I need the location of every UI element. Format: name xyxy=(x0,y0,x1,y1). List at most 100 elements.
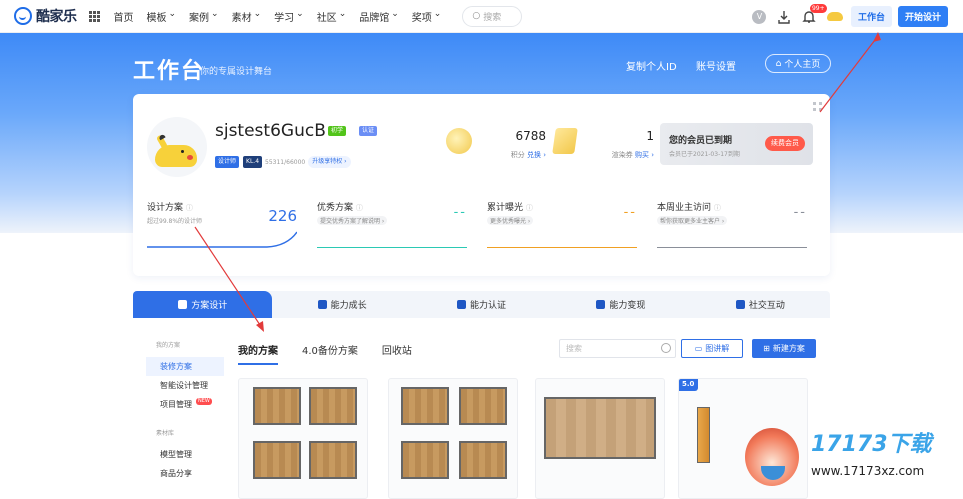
start-design-button[interactable]: 开始设计 xyxy=(897,6,948,27)
plan-thumbnail[interactable] xyxy=(535,378,665,499)
points-value: 6788 xyxy=(515,129,546,143)
metric-card[interactable]: 本周业主访问 ⓘ 帮你获取更多业主客户 › -- xyxy=(657,200,807,254)
membership-title: 您的会员已到期 xyxy=(669,136,733,146)
nav-menu-item[interactable]: 素材 xyxy=(232,9,252,24)
renew-membership-button[interactable]: 续费会员 xyxy=(765,136,805,151)
tab-icon xyxy=(596,300,606,309)
subtab-backup-plans[interactable]: 4.0备份方案 xyxy=(302,342,358,357)
sidebar-group-plans: 我的方案 xyxy=(156,342,181,349)
chevron-down-icon: ⌄ xyxy=(211,8,219,19)
avatar[interactable] xyxy=(147,117,207,177)
username: sjstest6GucB xyxy=(215,121,326,141)
level-points: 55311/66000 xyxy=(265,158,306,166)
points-stat: 6788 积分 兑换 › xyxy=(446,124,546,164)
plan-thumbnail[interactable] xyxy=(388,378,518,499)
metric-sub[interactable]: 更多优秀曝光 › xyxy=(487,216,534,225)
info-icon: ⓘ xyxy=(525,204,533,212)
tab-icon xyxy=(317,300,327,309)
redeem-link[interactable]: 兑换 › xyxy=(527,151,546,159)
nav-menu-item[interactable]: 模板 xyxy=(147,9,167,24)
sidebar-item-smart-design[interactable]: 智能设计管理 xyxy=(146,376,224,395)
apps-grid-icon[interactable] xyxy=(88,10,100,22)
plan-thumbnail[interactable] xyxy=(238,378,368,499)
new-plan-button[interactable]: ⊞ 新建方案 xyxy=(752,339,816,358)
nav-search-placeholder: 搜索 xyxy=(483,12,502,23)
watermark-url: www.17173xz.com xyxy=(811,464,925,478)
top-nav: 酷家乐 首页 模板 ⌄ 案例 ⌄ 素材 ⌄ 学习 ⌄ 社区 ⌄ 品牌馆 ⌄ 奖项 ⌄ ○ 搜索 V 99+ 工… xyxy=(0,0,963,33)
nav-menu-item[interactable]: 品牌馆 xyxy=(359,9,389,24)
tab-growth[interactable]: 能力成长 xyxy=(272,291,411,318)
monitor-icon: ▭ xyxy=(694,344,703,353)
page-title: 工作台 xyxy=(133,59,206,84)
copy-id-link[interactable]: 复制个人ID xyxy=(626,58,677,73)
info-icon: ⓘ xyxy=(355,204,363,212)
vip-icon[interactable]: V xyxy=(752,9,767,24)
chevron-down-icon: ⌄ xyxy=(433,8,442,19)
search-icon: ○ xyxy=(472,11,481,21)
metric-title: 本周业主访问 ⓘ xyxy=(657,203,721,213)
drag-handle-icon[interactable] xyxy=(813,102,822,111)
metric-title: 累计曝光 ⓘ xyxy=(487,203,533,213)
kl-level-badge: KL.4 xyxy=(243,156,263,168)
mascot-icon[interactable] xyxy=(826,12,843,21)
nav-menu-item[interactable]: 学习 xyxy=(274,9,294,24)
nav-menu-item[interactable]: 案例 xyxy=(189,9,209,24)
tab-icon xyxy=(178,300,188,309)
personal-home-button[interactable]: ⌂ 个人主页 xyxy=(765,54,831,73)
tab-icon xyxy=(735,300,745,309)
tab-design[interactable]: 方案设计 xyxy=(133,291,273,318)
metric-value: 226 xyxy=(268,207,297,225)
buy-link[interactable]: 购买 › xyxy=(635,151,654,159)
coupon-stat: 1 渲染券 购买 › xyxy=(552,124,654,164)
tab-icon xyxy=(457,300,466,309)
nav-search[interactable]: ○ 搜索 xyxy=(462,5,523,27)
metric-card[interactable]: 设计方案 ⓘ 超过99.8%的设计师 226 xyxy=(147,200,297,254)
metric-card[interactable]: 优秀方案 ⓘ 提交优秀方案了解说明 › -- xyxy=(317,200,467,254)
download-icon[interactable] xyxy=(777,9,792,24)
sidebar-group-materials: 素材库 xyxy=(156,430,175,437)
notification-badge: 99+ xyxy=(809,4,827,13)
sidebar-item-project-management[interactable]: 项目管理 NEW xyxy=(146,395,224,414)
membership-date: 会员已于2021-03-17到期 xyxy=(669,151,740,158)
sidebar-item-decoration-plans[interactable]: 装修方案 xyxy=(146,357,224,376)
subtab-my-plans[interactable]: 我的方案 xyxy=(238,342,278,365)
metric-value: -- xyxy=(623,205,637,220)
account-settings-link[interactable]: 账号设置 xyxy=(696,58,736,73)
chevron-down-icon: ⌄ xyxy=(168,8,177,19)
ticket-icon xyxy=(552,128,578,154)
tab-monetize[interactable]: 能力变现 xyxy=(551,291,690,318)
logo-icon xyxy=(14,7,32,25)
metric-sub[interactable]: 帮你获取更多业主客户 › xyxy=(657,216,728,225)
metric-card[interactable]: 累计曝光 ⓘ 更多优秀曝光 › -- xyxy=(487,200,637,254)
nav-menu-item[interactable]: 首页 xyxy=(114,9,134,24)
chevron-down-icon: ⌄ xyxy=(296,8,304,19)
logo-text: 酷家乐 xyxy=(36,9,77,25)
sub-tabs: 我的方案 4.0备份方案 回收站 xyxy=(238,342,436,365)
lecture-button[interactable]: ▭ 图讲解 xyxy=(681,339,743,358)
page-subtitle: 你的专属设计舞台 xyxy=(200,67,273,77)
metric-value: -- xyxy=(793,205,807,220)
points-label-row: 积分 兑换 › xyxy=(510,151,546,159)
bell-icon[interactable]: 99+ xyxy=(802,4,827,24)
subtab-recycle-bin[interactable]: 回收站 xyxy=(382,342,412,357)
sidebar: 我的方案 装修方案 智能设计管理 项目管理 NEW 素材库 模型管理 商品分享 xyxy=(146,334,224,483)
watermark: 17173下载 www.17173xz.com xyxy=(743,420,961,495)
sidebar-item-product-share[interactable]: 商品分享 xyxy=(146,464,224,483)
sidebar-item-model-management[interactable]: 模型管理 xyxy=(146,445,224,464)
nav-menu-item[interactable]: 奖项 xyxy=(412,9,432,24)
metric-title: 优秀方案 ⓘ xyxy=(317,203,363,213)
logo[interactable]: 酷家乐 xyxy=(14,6,77,26)
metric-sub[interactable]: 提交优秀方案了解说明 › xyxy=(317,216,388,225)
watermark-brand: 17173下载 xyxy=(811,432,932,457)
watermark-bird-icon xyxy=(745,428,799,486)
chevron-down-icon: ⌄ xyxy=(391,8,399,19)
main-menu: 首页 模板 ⌄ 案例 ⌄ 素材 ⌄ 学习 ⌄ 社区 ⌄ 品牌馆 ⌄ 奖项 ⌄ xyxy=(114,9,455,24)
tab-certification[interactable]: 能力认证 xyxy=(412,291,551,318)
tab-social[interactable]: 社交互动 xyxy=(691,291,830,318)
nav-menu-item[interactable]: 社区 xyxy=(317,9,337,24)
profile-card: sjstest6GucB 初学 认证 设计师 KL.4 55311/66000 … xyxy=(133,94,830,276)
workbench-button[interactable]: 工作台 xyxy=(850,6,892,27)
chevron-down-icon: ⌄ xyxy=(253,8,262,19)
upgrade-privilege-button[interactable]: 升级享特权 › xyxy=(308,156,351,168)
plan-search-input[interactable]: 搜索 xyxy=(559,339,676,358)
